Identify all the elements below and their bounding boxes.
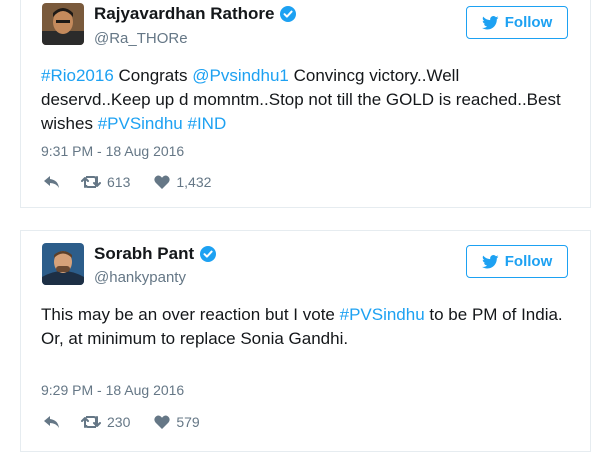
like-count: 579 xyxy=(176,414,200,430)
tweet-timestamp[interactable]: 9:31 PM - 18 Aug 2016 xyxy=(41,143,184,159)
heart-icon xyxy=(154,415,171,429)
avatar[interactable] xyxy=(42,243,84,285)
like-count: 1,432 xyxy=(176,174,212,190)
retweet-count: 230 xyxy=(107,414,131,430)
author-handle[interactable]: @hankypanty xyxy=(94,269,186,286)
reply-button[interactable] xyxy=(43,175,61,189)
avatar[interactable] xyxy=(42,3,84,45)
hashtag-link[interactable]: #PVSindhu xyxy=(340,305,425,324)
follow-button-label: Follow xyxy=(504,253,553,270)
tweet-text-segment: Or, at minimum to replace Sonia Gandhi. xyxy=(41,329,349,348)
verified-badge-icon xyxy=(280,6,297,22)
twitter-bird-icon xyxy=(481,15,499,29)
reply-icon xyxy=(44,416,59,428)
author-name-text[interactable]: Sorabh Pant xyxy=(94,244,194,264)
author-name-text[interactable]: Rajyavardhan Rathore xyxy=(94,4,274,24)
twitter-bird-icon xyxy=(481,254,499,268)
hashtag-link[interactable]: #PVSindhu xyxy=(98,114,183,133)
follow-button[interactable]: Follow xyxy=(466,6,568,39)
tweet-text-segment: Congrats xyxy=(113,66,193,85)
hashtag-link[interactable]: #Rio2016 xyxy=(41,66,114,85)
hashtag-link[interactable]: #IND xyxy=(188,114,227,133)
follow-button-label: Follow xyxy=(504,14,553,31)
retweet-icon xyxy=(81,176,101,188)
like-button[interactable]: 579 xyxy=(154,414,200,430)
retweet-count: 613 xyxy=(107,174,131,190)
tweet-text: #Rio2016 Congrats @Pvsindhu1 Convincg vi… xyxy=(41,64,571,136)
author-handle[interactable]: @Ra_THORe xyxy=(94,30,188,47)
reply-icon xyxy=(44,176,59,188)
verified-badge-icon xyxy=(200,246,217,262)
tweet-text-segment: to be PM of India. xyxy=(424,305,563,324)
retweet-button[interactable]: 230 xyxy=(81,414,130,430)
retweet-button[interactable]: 613 xyxy=(81,174,130,190)
heart-icon xyxy=(154,175,171,189)
follow-button[interactable]: Follow xyxy=(466,245,568,278)
tweet-actions: 230 579 xyxy=(43,413,200,431)
tweet-text: This may be an over reaction but I vote … xyxy=(41,303,571,351)
mention-link[interactable]: @Pvsindhu1 xyxy=(192,66,289,85)
tweet-timestamp[interactable]: 9:29 PM - 18 Aug 2016 xyxy=(41,382,184,398)
tweet-text-segment: This may be an over reaction but I vote xyxy=(41,305,340,324)
author-name[interactable]: Rajyavardhan Rathore xyxy=(94,4,297,24)
tweet-card-pant: Sorabh Pant @hankypanty Follow This may … xyxy=(20,230,591,452)
tweet-separator xyxy=(20,208,591,230)
reply-button[interactable] xyxy=(43,415,61,429)
tweet-card-rathore: Rajyavardhan Rathore @Ra_THORe Follow #R… xyxy=(20,0,591,208)
author-name[interactable]: Sorabh Pant xyxy=(94,244,217,264)
retweet-icon xyxy=(81,416,101,428)
like-button[interactable]: 1,432 xyxy=(154,174,211,190)
tweet-actions: 613 1,432 xyxy=(43,173,211,191)
